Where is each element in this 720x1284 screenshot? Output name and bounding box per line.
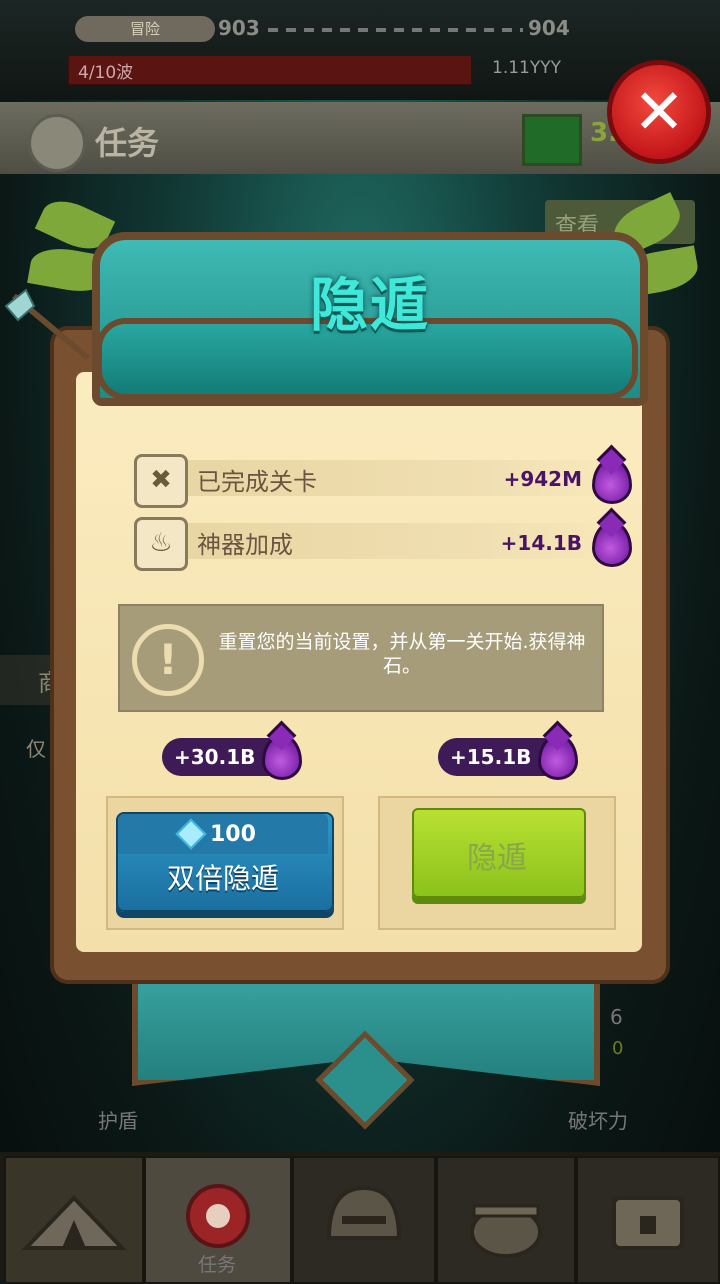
breaker-label: 破坏力 [568, 1109, 628, 1133]
close-icon: ✕ [633, 75, 685, 148]
warning-icon: ! [132, 624, 204, 696]
single-reward-value: +15.1B [450, 745, 532, 769]
essence-drop-icon [262, 734, 302, 780]
side-num-1: 6 [610, 1005, 623, 1029]
task-badge-icon [28, 114, 86, 172]
gem-icon [522, 114, 582, 166]
row-artifact-bonus-value: +14.1B [500, 531, 582, 555]
double-reward-value: +30.1B [174, 745, 256, 769]
next-level: 904 [528, 16, 570, 40]
essence-drop-icon [592, 458, 632, 504]
arrow-icon [4, 288, 90, 361]
side-row-1: 商 [0, 655, 62, 705]
close-button[interactable]: ✕ [612, 65, 706, 159]
double-prestige-cost: 100 [210, 822, 256, 847]
row-completed-levels-label: 已完成关卡 [197, 468, 317, 496]
cauldron-icon: ♨ [134, 517, 188, 571]
wave-counter: 4/10波 [78, 63, 134, 83]
tab-artifacts[interactable] [436, 1156, 576, 1284]
side-num-2: 0 [612, 1038, 624, 1059]
tent-icon [21, 1195, 127, 1250]
current-level: 903 [218, 16, 260, 40]
knight-helmet-icon [326, 1185, 402, 1240]
tab-chest[interactable] [576, 1156, 720, 1284]
row-artifact-bonus-label: 神器加成 [197, 531, 293, 559]
side-label-2: 仅 [26, 737, 46, 761]
tab-heroes[interactable] [292, 1156, 436, 1284]
dialog-title: 隐遁 [309, 271, 430, 339]
cauldron-icon [470, 1204, 542, 1258]
stage-mode-label: 冒险 [75, 16, 215, 42]
enemy-hp: 1.11YYY [492, 58, 562, 78]
essence-drop-icon [592, 521, 632, 567]
warning-text: 重置您的当前设置，并从第一关开始.获得神石。 [218, 631, 586, 677]
chest-icon [612, 1196, 684, 1250]
prestige-button-label: 隐遁 [467, 841, 527, 876]
shield-label: 护盾 [98, 1109, 138, 1133]
task-header-title: 任务 [95, 124, 160, 162]
row-completed-levels-value: +942M [503, 467, 582, 491]
tab-home[interactable] [4, 1156, 144, 1284]
essence-drop-icon [538, 734, 578, 780]
tab-tasks[interactable]: 任务 [144, 1156, 292, 1284]
double-prestige-label: 双倍隐遁 [166, 862, 279, 895]
tab-tasks-label: 任务 [198, 1254, 237, 1276]
map-icon: ✖ [134, 454, 188, 508]
level-progress-path [268, 28, 523, 32]
